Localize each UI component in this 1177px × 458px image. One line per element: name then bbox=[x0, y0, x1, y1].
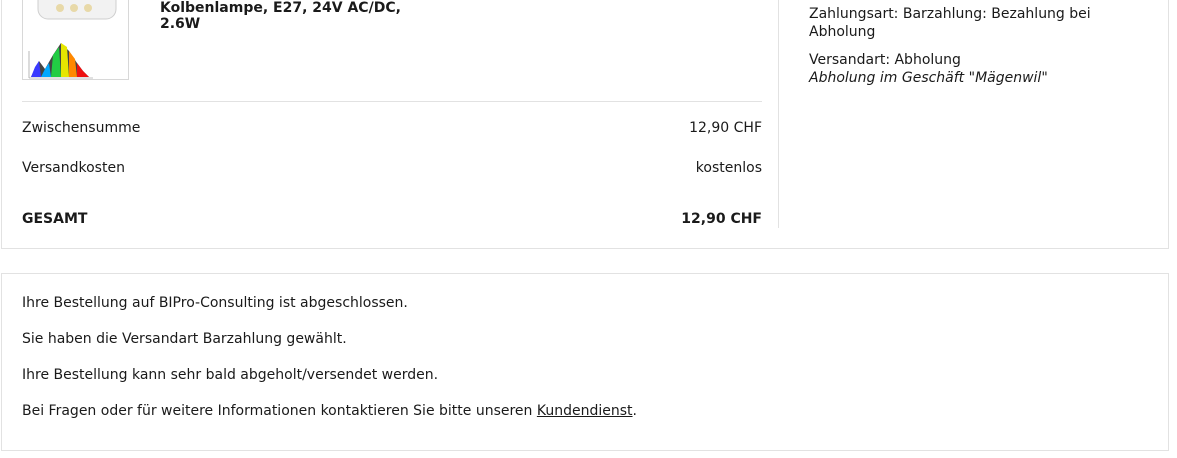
led-bulb-image bbox=[28, 0, 117, 79]
shipping-detail: Abholung im Geschäft "Mägenwil" bbox=[809, 70, 1048, 86]
confirmation-line-1: Ihre Bestellung auf BIPro-Consulting ist… bbox=[22, 295, 408, 311]
order-details-section: Zahlungsart: Barzahlung: Bezahlung bei A… bbox=[809, 5, 1129, 87]
product-name-line2: 2.6W bbox=[160, 16, 201, 32]
total-value: 12,90 CHF bbox=[681, 211, 762, 227]
contact-text: Bei Fragen oder für weitere Informatione… bbox=[22, 403, 537, 419]
shipping-value: kostenlos bbox=[695, 160, 762, 176]
shipping-label: Versandkosten bbox=[22, 160, 125, 176]
subtotal-value: 12,90 CHF bbox=[689, 120, 762, 136]
subtotal-row: Zwischensumme 12,90 CHF bbox=[22, 119, 762, 137]
total-label: GESAMT bbox=[22, 211, 88, 227]
product-name[interactable]: Kolbenlampe, E27, 24V AC/DC, 2.6W bbox=[160, 0, 420, 32]
confirmation-line-4: Bei Fragen oder für weitere Informatione… bbox=[22, 402, 637, 420]
confirmation-line-2: Sie haben die Versandart Barzahlung gewä… bbox=[22, 331, 347, 347]
product-thumbnail[interactable] bbox=[22, 0, 129, 80]
customer-service-link[interactable]: Kundendienst bbox=[537, 403, 633, 419]
contact-text-suffix: . bbox=[632, 403, 637, 419]
product-name-line1: Kolbenlampe, E27, 24V AC/DC, bbox=[160, 0, 401, 16]
confirmation-line-3: Ihre Bestellung kann sehr bald abgeholt/… bbox=[22, 367, 439, 383]
shipping-row: Versandkosten kostenlos bbox=[22, 159, 762, 177]
total-row: GESAMT 12,90 CHF bbox=[22, 210, 762, 228]
column-divider bbox=[778, 0, 779, 228]
order-items-section: Kolbenlampe, E27, 24V AC/DC, 2.6W Zwisch… bbox=[22, 0, 762, 228]
subtotal-label: Zwischensumme bbox=[22, 120, 141, 136]
payment-method: Zahlungsart: Barzahlung: Bezahlung bei A… bbox=[809, 6, 1091, 40]
spectrum-graphic bbox=[28, 43, 93, 79]
summary-divider bbox=[22, 101, 762, 102]
confirmation-card: Ihre Bestellung auf BIPro-Consulting ist… bbox=[1, 273, 1169, 451]
order-summary-card: Kolbenlampe, E27, 24V AC/DC, 2.6W Zwisch… bbox=[1, 0, 1169, 249]
shipping-method: Versandart: Abholung bbox=[809, 52, 961, 68]
